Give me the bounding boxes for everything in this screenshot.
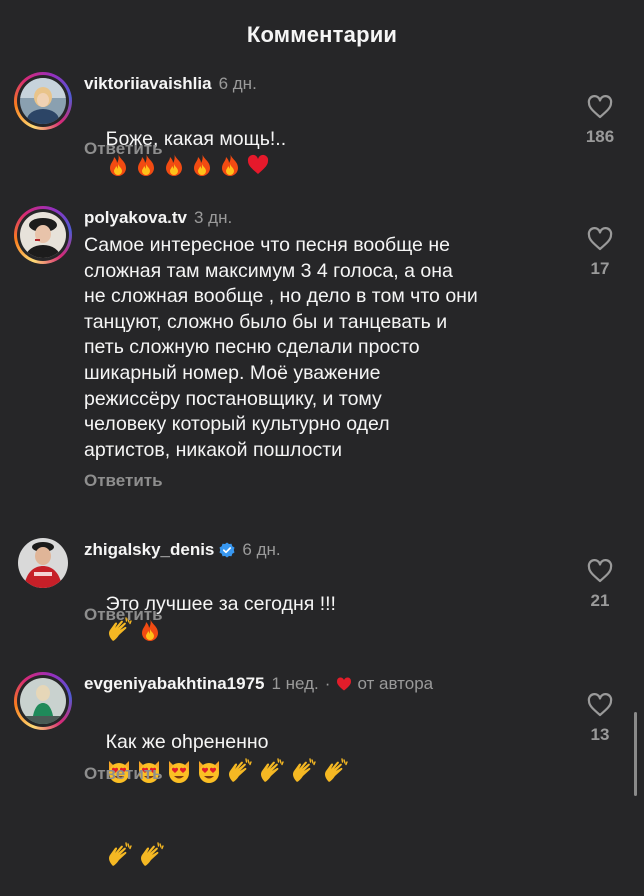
clapping-hands-emoji-icon [140,842,164,866]
username[interactable]: evgeniyabakhtina1975 [84,674,264,694]
fire-emoji-icon [193,153,210,177]
avatar[interactable] [14,672,72,730]
comment-item: polyakova.tv 3 дн. Самое интересное что … [0,206,644,496]
comment-item: viktoriiavaishlia 6 дн. Боже, какая мощь… [0,72,644,177]
scrollbar[interactable] [634,712,637,796]
heart-eyes-cat-emoji-icon [198,760,219,783]
clapping-hands-emoji-icon [292,758,316,782]
fire-emoji-icon [221,153,238,177]
like-count: 17 [590,259,610,278]
comment-text: Самое интересное что песня вообще не сло… [84,234,478,461]
reply-button[interactable]: Ответить [84,764,163,784]
heart-eyes-cat-emoji-icon [168,760,189,783]
reply-button[interactable]: Ответить [84,471,163,491]
red-heart-emoji-icon [247,155,268,175]
clapping-hands-emoji-icon [260,758,284,782]
timestamp: 3 дн. [194,208,233,227]
like-count: 21 [590,591,610,610]
clapping-hands-emoji-icon [324,758,348,782]
heart-like-icon[interactable] [587,559,613,583]
like-count: 186 [585,127,615,146]
author-liked-heart-icon [337,677,352,691]
avatar[interactable] [18,538,68,588]
like-count: 13 [590,725,610,744]
fire-emoji-icon [165,153,182,177]
comment-item: zhigalsky_denis 6 дн. Это лучшее за сего… [0,538,644,642]
heart-like-icon[interactable] [587,227,613,251]
comment-text: Как же оhрененно [84,700,564,896]
heart-like-icon[interactable] [587,693,613,717]
reply-button[interactable]: Ответить [84,605,163,625]
timestamp: 6 дн. [242,540,281,559]
timestamp: 6 дн. [218,74,257,93]
comment-item: evgeniyabakhtina1975 1 нед. · от автора … [0,672,644,866]
avatar[interactable] [14,206,72,264]
avatar[interactable] [14,72,72,130]
reply-button[interactable]: Ответить [84,139,163,159]
by-author-badge: от автора [357,674,434,693]
clapping-hands-emoji-icon [108,842,132,866]
page-title: Комментарии [246,22,398,47]
separator: · [324,674,331,693]
comments-header: Комментарии [0,0,644,70]
timestamp: 1 нед. [271,674,319,693]
heart-like-icon[interactable] [587,95,613,119]
username[interactable]: viktoriiavaishlia [84,74,212,94]
clapping-hands-emoji-icon [228,758,252,782]
username[interactable]: zhigalsky_denis [84,540,214,560]
verified-badge-icon [219,542,235,558]
username[interactable]: polyakova.tv [84,208,187,228]
